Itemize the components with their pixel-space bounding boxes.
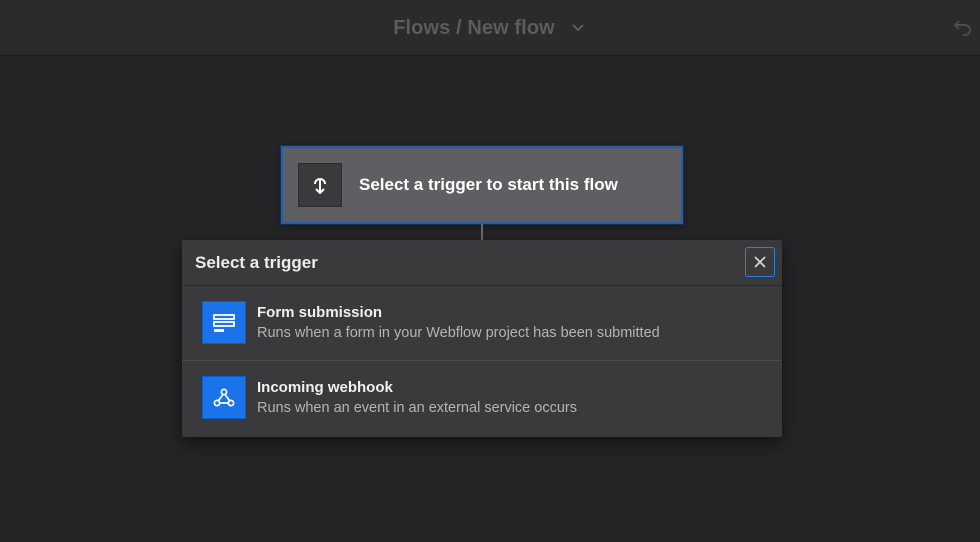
trigger-touch-icon bbox=[298, 163, 342, 207]
trigger-placeholder-card[interactable]: Select a trigger to start this flow bbox=[281, 146, 683, 224]
form-icon bbox=[202, 301, 246, 344]
trigger-option-incoming-webhook[interactable]: Incoming webhook Runs when an event in a… bbox=[182, 361, 782, 436]
chevron-down-icon[interactable] bbox=[569, 19, 587, 37]
option-title: Form submission bbox=[257, 304, 383, 321]
trigger-option-form-submission[interactable]: Form submission Runs when a form in your… bbox=[182, 286, 782, 361]
top-bar: Flows / New flow bbox=[0, 0, 980, 56]
undo-icon[interactable] bbox=[952, 16, 974, 38]
option-description: Runs when an event in an external servic… bbox=[257, 400, 577, 416]
dialog-header: Select a trigger bbox=[182, 240, 782, 286]
close-button[interactable] bbox=[745, 247, 775, 277]
trigger-card-label: Select a trigger to start this flow bbox=[359, 175, 618, 194]
flow-connector-line bbox=[481, 224, 483, 240]
option-title: Incoming webhook bbox=[257, 379, 393, 396]
option-description: Runs when a form in your Webflow project… bbox=[257, 325, 660, 341]
webhook-icon bbox=[202, 376, 246, 419]
flow-title: Flows / New flow bbox=[393, 16, 555, 39]
dialog-title: Select a trigger bbox=[195, 253, 318, 272]
close-icon bbox=[754, 256, 766, 268]
flow-title-selector[interactable]: Flows / New flow bbox=[0, 0, 980, 56]
select-trigger-dialog: Select a trigger Form submission Runs wh… bbox=[182, 240, 782, 437]
